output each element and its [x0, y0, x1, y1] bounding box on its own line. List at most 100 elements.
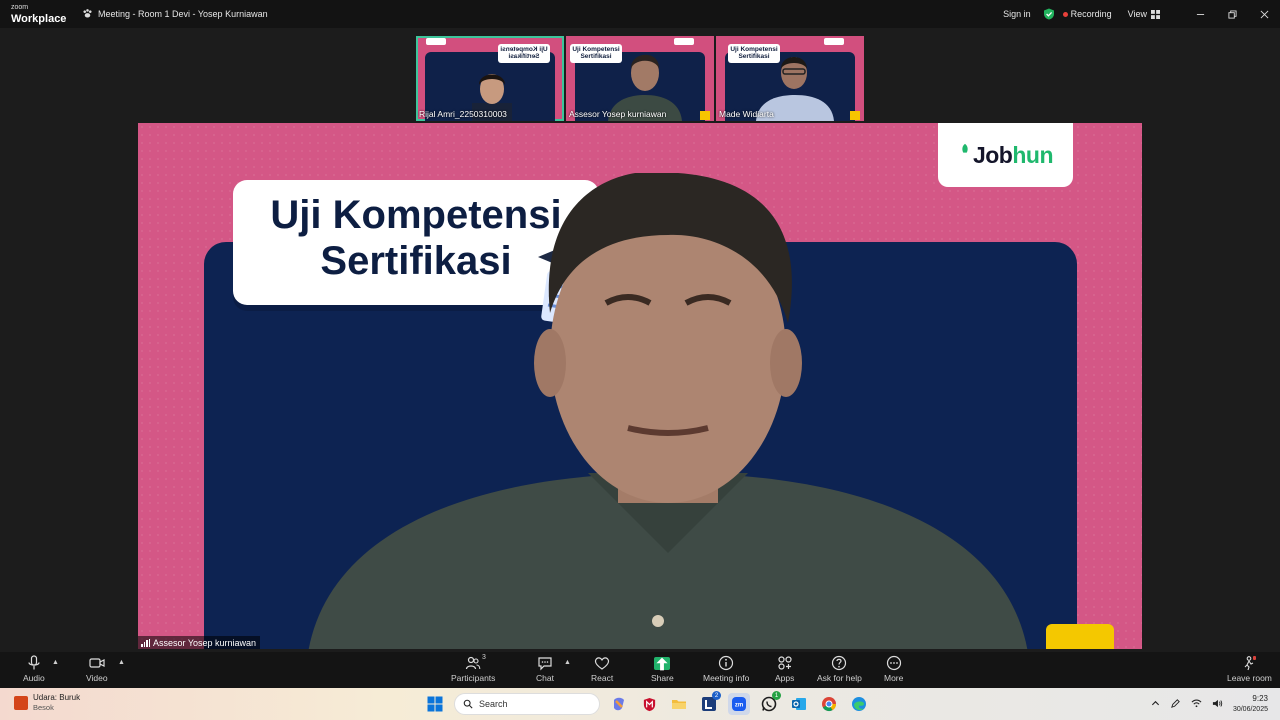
- windows-logo-icon: [427, 696, 443, 712]
- l-app[interactable]: 2: [698, 691, 721, 715]
- participants-count: 3: [482, 654, 486, 661]
- weather-widget[interactable]: Udara: Buruk Besok: [14, 693, 80, 713]
- restore-button[interactable]: [1216, 0, 1248, 28]
- chat-label: Chat: [536, 673, 554, 683]
- copilot-icon: [614, 697, 624, 711]
- apps-button[interactable]: Apps: [775, 655, 794, 683]
- outlook-icon: [792, 698, 806, 710]
- meeting-title-text: Meeting - Room 1 Devi - Yosep Kurniawan: [98, 8, 268, 19]
- participant-name: Made Widiarta: [719, 109, 774, 119]
- speaker-name: Assesor Yosep kurniawan: [153, 637, 257, 648]
- copilot-app[interactable]: [608, 693, 630, 715]
- volume-icon[interactable]: [1212, 698, 1223, 711]
- mcafee-app[interactable]: [638, 693, 660, 715]
- more-dots-icon: [886, 655, 901, 671]
- recording-indicator[interactable]: Recording: [1062, 9, 1112, 19]
- leave-room-button[interactable]: Leave room: [1227, 655, 1272, 683]
- share-button[interactable]: Share: [651, 655, 674, 683]
- whatsapp-app[interactable]: 1: [758, 691, 781, 715]
- close-button[interactable]: [1248, 0, 1280, 28]
- brand-small: zoom: [11, 4, 29, 11]
- audio-options-caret[interactable]: ▲: [52, 659, 59, 666]
- tile-slide-card: Uji Kompetensi Sertifikasi: [498, 44, 550, 63]
- video-options-caret[interactable]: ▲: [118, 659, 125, 666]
- chat-button[interactable]: Chat: [536, 655, 554, 683]
- taskbar-apps: Search 2 zm 1: [424, 691, 870, 716]
- heart-icon: [594, 657, 610, 670]
- active-speaker-video[interactable]: Jobhun Uji Kompetensi Sertifikasi Asseso…: [138, 123, 1142, 649]
- recording-label: Recording: [1070, 9, 1112, 19]
- wifi-symbol-icon: [1191, 699, 1202, 707]
- participants-label: Participants: [451, 673, 496, 683]
- grid-icon: [1151, 9, 1160, 19]
- sign-in-link[interactable]: Sign in: [1003, 9, 1031, 19]
- logo-part-hun: hun: [1012, 141, 1054, 168]
- jobhun-wordmark: Jobhun: [972, 141, 1054, 169]
- more-button[interactable]: More: [884, 655, 903, 683]
- zoom-app[interactable]: zm: [728, 693, 750, 715]
- participant-tile[interactable]: Uji Kompetensi Sertifikasi Made Widiarta: [716, 36, 864, 121]
- ask-for-help-label: Ask for help: [817, 673, 862, 683]
- taskbar-search[interactable]: Search: [454, 693, 600, 715]
- react-button[interactable]: React: [591, 655, 613, 683]
- paw-icon: [83, 9, 92, 18]
- apps-icon: [778, 656, 792, 670]
- chat-options-caret[interactable]: ▲: [564, 659, 571, 666]
- wifi-icon[interactable]: [1191, 698, 1202, 711]
- windows-taskbar: Udara: Buruk Besok Search 2 zm 1 9:23 30…: [0, 688, 1280, 720]
- view-button[interactable]: View: [1128, 9, 1160, 19]
- leave-room-label: Leave room: [1227, 673, 1272, 683]
- svg-text:zm: zm: [735, 703, 743, 709]
- participant-tile[interactable]: Uji Kompetensi Sertifikasi Rijal Amri_22…: [416, 36, 564, 121]
- meeting-title: Meeting - Room 1 Devi - Yosep Kurniawan: [82, 8, 268, 19]
- edge-icon: [852, 697, 866, 711]
- react-label: React: [591, 673, 614, 683]
- file-explorer-app[interactable]: [668, 693, 690, 715]
- zoom-logo: zoom Workplace: [11, 3, 66, 26]
- participant-tile[interactable]: Uji Kompetensi Sertifikasi Assesor Yosep…: [566, 36, 714, 121]
- slide-yellow-accent: [850, 111, 860, 120]
- pen-input-icon[interactable]: [1170, 698, 1181, 711]
- share-screen-icon: [654, 657, 671, 670]
- participants-button[interactable]: Participants: [451, 655, 495, 683]
- minimize-button[interactable]: [1184, 0, 1216, 28]
- restore-icon: [1227, 9, 1237, 19]
- system-tray: 9:23 30/06/2025: [1151, 693, 1268, 715]
- notification-badge: 1: [772, 691, 781, 700]
- edge-app[interactable]: [848, 693, 870, 715]
- title-bar: zoom Workplace Meeting - Room 1 Devi - Y…: [0, 0, 1280, 28]
- participant-name: Rijal Amri_2250310003: [419, 109, 507, 119]
- meeting-info-button[interactable]: Meeting info: [703, 655, 749, 683]
- audio-button[interactable]: Audio: [23, 655, 45, 683]
- logo-part-job: Job: [972, 141, 1013, 168]
- slide-yellow-accent: [700, 111, 710, 120]
- tray-overflow-chevron-icon[interactable]: [1151, 699, 1160, 710]
- outlook-app[interactable]: [788, 693, 810, 715]
- minimize-icon: [1196, 13, 1204, 15]
- audio-label: Audio: [23, 673, 45, 683]
- video-button[interactable]: Video: [86, 655, 108, 683]
- clock-time: 9:23: [1252, 694, 1268, 703]
- rocket-icon: [962, 143, 968, 153]
- notification-badge: 2: [712, 691, 721, 700]
- zoom-app-icon: zm: [732, 697, 746, 711]
- speaker-video-feed: [308, 173, 1028, 649]
- meeting-stage: Uji Kompetensi Sertifikasi Rijal Amri_22…: [0, 28, 1280, 652]
- signal-bars-icon: [141, 638, 150, 647]
- shield-icon[interactable]: [1043, 8, 1055, 20]
- chrome-app[interactable]: [818, 693, 840, 715]
- weather-line2: Besok: [33, 703, 54, 712]
- folder-icon: [672, 700, 686, 709]
- slide-yellow-accent: [1046, 624, 1114, 649]
- clock[interactable]: 9:23 30/06/2025: [1233, 693, 1268, 715]
- video-camera-icon: [89, 658, 105, 668]
- pen-icon: [1171, 698, 1180, 708]
- participant-thumbnails: Uji Kompetensi Sertifikasi Rijal Amri_22…: [416, 36, 864, 122]
- video-label: Video: [86, 673, 108, 683]
- ask-for-help-button[interactable]: Ask for help: [817, 655, 862, 683]
- start-button[interactable]: [424, 693, 446, 715]
- share-label: Share: [651, 673, 674, 683]
- help-question-icon: [832, 655, 847, 671]
- title-bar-right: Sign in Recording View: [1003, 0, 1280, 28]
- info-icon: [719, 655, 734, 671]
